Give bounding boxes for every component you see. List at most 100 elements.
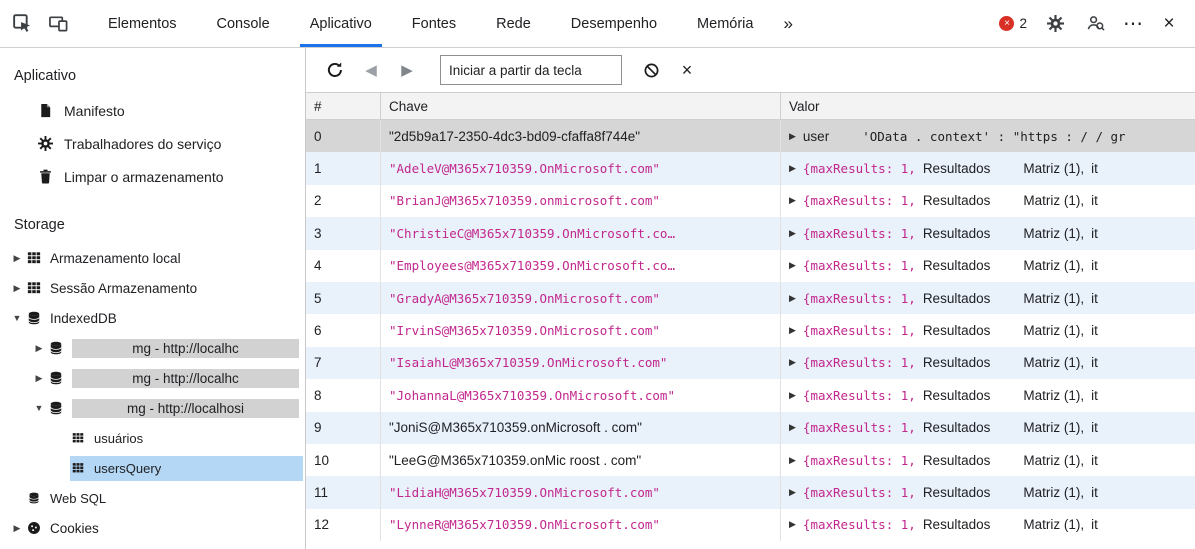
- value-cell: ▶ {maxResults: 1, Resultados Matriz (1), it: [781, 185, 1195, 217]
- value-cell: ▶ {maxResults: 1, Resultados Matriz (1), it: [781, 217, 1195, 249]
- value-segment: Matriz (1),: [1023, 161, 1085, 177]
- tree-item-indexeddb[interactable]: ▼ IndexedDB: [0, 303, 305, 333]
- key-cell: "LynneR@M365x710359.OnMicrosoft.com": [381, 508, 781, 542]
- tree-item-content: Sessão Armazenamento: [26, 276, 303, 301]
- table-row[interactable]: 9 "JoniS@M365x710359.onMicrosoft . com" …: [306, 411, 1195, 444]
- table-row[interactable]: 4 "Employees@M365x710359.OnMicrosoft.co……: [306, 249, 1195, 282]
- expand-arrow-icon[interactable]: ▶: [789, 260, 796, 271]
- sidebar-item-manifesto[interactable]: Manifesto: [0, 94, 305, 127]
- expand-arrow-icon[interactable]: ▶: [789, 228, 796, 239]
- error-count: 2: [1019, 16, 1027, 31]
- expand-arrow-icon[interactable]: ▶: [8, 283, 26, 294]
- storage-tree: ▶ Armazenamento local ▶ Sessão Armazenam…: [0, 243, 305, 543]
- grid-rows: 0 "2d5b9a17-2350-4dc3-bd09-cfaffa8f744e"…: [306, 120, 1195, 542]
- tree-item-armazenamento-local[interactable]: ▶ Armazenamento local: [0, 243, 305, 273]
- collapse-arrow-icon[interactable]: ▼: [30, 403, 48, 413]
- tree-item-content: usersQuery: [70, 455, 303, 481]
- tree-item-mg-http-localhc[interactable]: ▶ mg - http://localhc: [0, 333, 305, 363]
- previous-page-icon[interactable]: ◀: [356, 55, 386, 85]
- sidebar-item-trabalhadores-do-servi-o[interactable]: Trabalhadores do serviço: [0, 127, 305, 160]
- tab-elementos[interactable]: Elementos: [88, 0, 197, 47]
- table-row[interactable]: 3 "ChristieC@M365x710359.OnMicrosoft.co……: [306, 217, 1195, 250]
- clear-icon[interactable]: ×: [672, 55, 702, 85]
- key-cell: "LidiaH@M365x710359.OnMicrosoft.com": [381, 476, 781, 509]
- more-tabs-button[interactable]: »: [773, 14, 802, 34]
- error-badge[interactable]: × 2: [995, 16, 1031, 31]
- expand-arrow-icon[interactable]: ▶: [789, 131, 796, 142]
- grid-icon: [26, 281, 42, 295]
- tab-console[interactable]: Console: [197, 0, 290, 47]
- table-row[interactable]: 8 "JohannaL@M365x710359.OnMicrosoft.com"…: [306, 379, 1195, 412]
- tree-item-web-sql[interactable]: Web SQL: [0, 483, 305, 513]
- table-row[interactable]: 10 "LeeG@M365x710359.onMic roost . com" …: [306, 443, 1195, 477]
- value-segment: Matriz (1),: [1023, 452, 1085, 468]
- row-index-cell: 4: [306, 249, 381, 282]
- people-search-icon[interactable]: [1079, 8, 1111, 40]
- tree-item-mg-http-localhc[interactable]: ▶ mg - http://localhc: [0, 363, 305, 393]
- tab-fontes[interactable]: Fontes: [392, 0, 476, 47]
- tab-desempenho[interactable]: Desempenho: [551, 0, 677, 47]
- next-page-icon[interactable]: ▶: [392, 55, 422, 85]
- row-index-cell: 0: [306, 120, 381, 153]
- value-cell: ▶ {maxResults: 1, Resultados Matriz (1), it: [781, 379, 1195, 411]
- start-from-key-input[interactable]: [440, 55, 622, 85]
- collapse-arrow-icon[interactable]: ▼: [8, 313, 26, 323]
- block-icon[interactable]: [636, 55, 666, 85]
- value-preview: {maxResults: 1, Resultados Matriz (1), it: [803, 291, 1098, 306]
- expand-arrow-icon[interactable]: ▶: [789, 422, 796, 433]
- row-index-cell: 7: [306, 346, 381, 380]
- expand-arrow-icon[interactable]: ▶: [789, 519, 796, 530]
- refresh-icon[interactable]: [320, 55, 350, 85]
- expand-arrow-icon[interactable]: ▶: [789, 487, 796, 498]
- tree-item-content: Web SQL: [26, 486, 303, 511]
- tree-item-cookies[interactable]: ▶ Cookies: [0, 513, 305, 543]
- expand-arrow-icon[interactable]: ▶: [789, 455, 796, 466]
- table-row[interactable]: 7 "IsaiahL@M365x710359.OnMicrosoft.com" …: [306, 346, 1195, 380]
- key-cell: "IrvinS@M365x710359.OnMicrosoft.com": [381, 314, 781, 347]
- db-icon: [26, 311, 42, 325]
- value-segment: it: [1091, 193, 1098, 209]
- table-row[interactable]: 12 "LynneR@M365x710359.OnMicrosoft.com" …: [306, 508, 1195, 542]
- device-toolbar-icon[interactable]: [42, 8, 74, 40]
- tab-aplicativo[interactable]: Aplicativo: [290, 0, 392, 47]
- table-row[interactable]: 2 "BrianJ@M365x710359.onmicrosoft.com" ▶…: [306, 184, 1195, 218]
- value-segment: Matriz (1),: [1023, 387, 1085, 403]
- tab-rede[interactable]: Rede: [476, 0, 551, 47]
- sidebar-item-limpar-o-armazenamento[interactable]: Limpar o armazenamento: [0, 160, 305, 193]
- tree-item-usersquery[interactable]: usersQuery: [0, 453, 305, 483]
- value-cell: ▶ {maxResults: 1, Resultados Matriz (1), it: [781, 509, 1195, 541]
- table-row[interactable]: 6 "IrvinS@M365x710359.OnMicrosoft.com" ▶…: [306, 314, 1195, 347]
- column-header-index: #: [306, 93, 381, 119]
- expand-arrow-icon[interactable]: ▶: [8, 253, 26, 264]
- value-cell: ▶ {maxResults: 1, Resultados Matriz (1), it: [781, 412, 1195, 444]
- value-segment: Matriz (1),: [1023, 193, 1085, 209]
- expand-arrow-icon[interactable]: ▶: [30, 343, 48, 354]
- settings-gear-icon[interactable]: [1039, 8, 1071, 40]
- table-row[interactable]: 1 "AdeleV@M365x710359.OnMicrosoft.com" ▶…: [306, 152, 1195, 185]
- expand-arrow-icon[interactable]: ▶: [789, 325, 796, 336]
- expand-arrow-icon[interactable]: ▶: [30, 373, 48, 384]
- tab-mem-ria[interactable]: Memória: [677, 0, 773, 47]
- value-segment: it: [1091, 258, 1098, 274]
- grid-header: # Chave Valor: [306, 93, 1195, 120]
- cookie-icon: [26, 521, 42, 535]
- expand-arrow-icon[interactable]: ▶: [8, 523, 26, 534]
- expand-arrow-icon[interactable]: ▶: [789, 163, 796, 174]
- inspect-element-icon[interactable]: [6, 8, 38, 40]
- expand-arrow-icon[interactable]: ▶: [789, 195, 796, 206]
- expand-arrow-icon[interactable]: ▶: [789, 390, 796, 401]
- more-options-icon[interactable]: ⋯: [1119, 8, 1147, 40]
- tree-item-usu-rios[interactable]: usuários: [0, 423, 305, 453]
- row-index-cell: 2: [306, 184, 381, 218]
- close-devtools-icon[interactable]: ×: [1155, 8, 1183, 40]
- indexeddb-data-view: ◀ ▶ × #Chave Valor 0 "2d5b9a17-2350-4dc3-…: [306, 48, 1195, 549]
- table-row[interactable]: 5 "GradyA@M365x710359.OnMicrosoft.com" ▶…: [306, 281, 1195, 315]
- table-row[interactable]: 0 "2d5b9a17-2350-4dc3-bd09-cfaffa8f744e"…: [306, 120, 1195, 153]
- tree-item-mg-http-localhosi[interactable]: ▼ mg - http://localhosi: [0, 393, 305, 423]
- tree-item-sess-o-armazenamento[interactable]: ▶ Sessão Armazenamento: [0, 273, 305, 303]
- expand-arrow-icon[interactable]: ▶: [789, 357, 796, 368]
- expand-arrow-icon[interactable]: ▶: [789, 293, 796, 304]
- key-value-grid: # Chave Valor 0 "2d5b9a17-2350-4dc3-bd09-c…: [306, 93, 1195, 549]
- table-row[interactable]: 11 "LidiaH@M365x710359.OnMicrosoft.com" …: [306, 476, 1195, 509]
- tree-item-content: IndexedDB: [26, 306, 303, 331]
